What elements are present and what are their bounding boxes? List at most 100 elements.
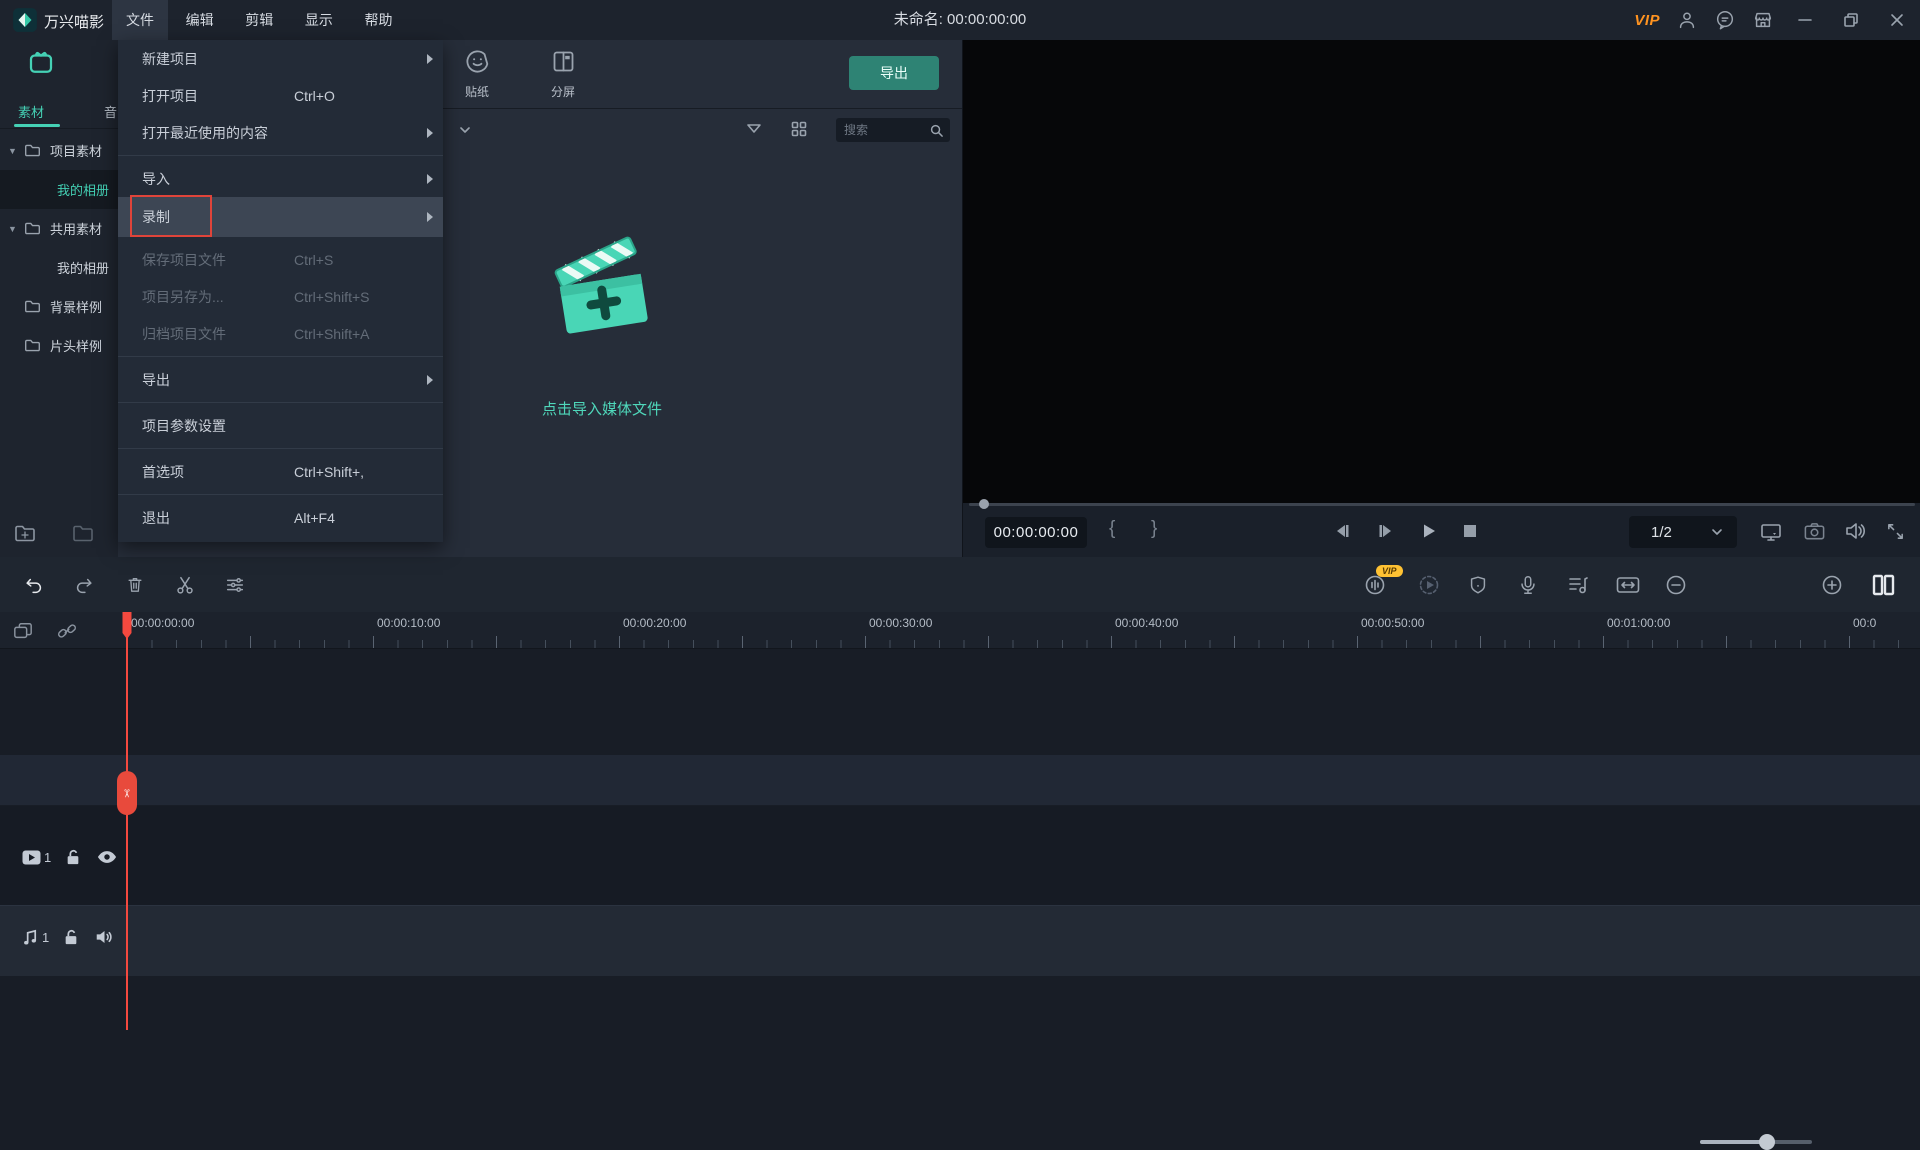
tree-item-background-samples[interactable]: 背景样例 (0, 287, 118, 326)
audio-track-number: 1 (42, 930, 49, 945)
sticker-smiley-icon (464, 48, 491, 75)
timeline-zoom-slider-handle[interactable] (1759, 1134, 1775, 1150)
vip-button[interactable]: VIP (1634, 12, 1660, 29)
fullscreen-icon[interactable] (1885, 521, 1906, 542)
playhead-split-handle[interactable]: ✂ (117, 771, 137, 815)
search-icon (929, 123, 944, 138)
tab-media-underline (14, 124, 60, 127)
timeline-toolbar: VIP (0, 557, 1920, 613)
playhead-line[interactable] (126, 612, 128, 1030)
video-track-lane[interactable] (0, 806, 1920, 905)
dual-panel-layout-button[interactable] (1866, 557, 1900, 612)
audio-ducking-button[interactable]: VIP (1358, 557, 1392, 612)
store-icon[interactable] (1752, 9, 1774, 31)
preview-quality-dropdown[interactable]: 1/2 (1629, 516, 1737, 548)
submenu-arrow-icon (427, 174, 433, 184)
menu-view[interactable]: 显示 (291, 0, 347, 40)
voiceover-record-button[interactable] (1511, 557, 1545, 612)
account-icon[interactable] (1676, 9, 1698, 31)
timeline-area[interactable]: 00:00:00:00 00:00:10:00 00:00:20:00 00:0… (0, 612, 1920, 1030)
audio-track-lane[interactable] (0, 905, 1920, 976)
play-button[interactable] (1419, 521, 1439, 541)
feedback-icon[interactable] (1714, 9, 1736, 31)
menu-item-export[interactable]: 导出 (118, 361, 443, 398)
submenu-arrow-icon (427, 128, 433, 138)
folder-icon (24, 221, 41, 236)
playhead-head[interactable] (122, 612, 132, 640)
mark-in-button[interactable]: { (1109, 518, 1115, 540)
volume-icon[interactable] (1843, 520, 1867, 542)
import-media-dropzone[interactable] (538, 228, 668, 348)
zoom-in-button[interactable] (1815, 557, 1849, 612)
folder-icon (24, 299, 41, 314)
minimize-button[interactable] (1790, 0, 1820, 40)
menu-clip[interactable]: 剪辑 (231, 0, 287, 40)
timeline-zoom-slider-fill (1700, 1140, 1766, 1144)
delete-folder-icon[interactable] (72, 524, 94, 543)
render-preview-button[interactable] (1412, 557, 1446, 612)
delete-button[interactable] (118, 557, 152, 612)
auto-ripple-button[interactable] (1611, 557, 1645, 612)
timeline-ruler[interactable]: 00:00:00:00 00:00:10:00 00:00:20:00 00:0… (0, 612, 1920, 649)
audio-mixer-button[interactable] (1561, 557, 1595, 612)
current-timecode: 00:00:00:00 (985, 517, 1087, 548)
menu-item-open-project[interactable]: 打开项目Ctrl+O (118, 77, 443, 114)
caret-down-icon[interactable]: ▼ (8, 146, 17, 156)
export-button[interactable]: 导出 (849, 56, 939, 90)
media-tree: ▼ 项目素材 我的相册 ▼ 共用素材 我的相册 背景样例 (0, 131, 118, 365)
folder-icon (24, 338, 41, 353)
marker-button[interactable] (1461, 557, 1495, 612)
tree-item-intro-samples[interactable]: 片头样例 (0, 326, 118, 365)
snapshot-icon[interactable] (1803, 521, 1826, 542)
import-hint-text[interactable]: 点击导入媒体文件 (482, 398, 722, 419)
unlock-icon[interactable] (63, 929, 79, 946)
seek-bar[interactable] (969, 503, 1915, 506)
search-box[interactable] (836, 118, 950, 142)
mute-speaker-icon[interactable] (95, 929, 114, 945)
video-track-number: 1 (44, 850, 51, 865)
menu-item-record[interactable]: 录制 (118, 197, 443, 237)
caret-down-icon[interactable]: ▼ (8, 224, 17, 234)
menu-item-exit[interactable]: 退出Alt+F4 (118, 499, 443, 536)
sticker-tab[interactable]: 贴纸 (442, 48, 512, 100)
restore-button[interactable] (1836, 0, 1866, 40)
menu-item-import[interactable]: 导入 (118, 160, 443, 197)
menu-item-preferences[interactable]: 首选项Ctrl+Shift+, (118, 453, 443, 490)
redo-button[interactable] (67, 557, 101, 612)
tab-audio-partial[interactable]: 音 (104, 102, 117, 121)
previous-frame-button[interactable] (1331, 521, 1353, 541)
adjust-properties-button[interactable] (218, 557, 252, 612)
tree-item-my-album-1[interactable]: 我的相册 (0, 170, 118, 209)
menu-item-new-project[interactable]: 新建项目 (118, 40, 443, 77)
new-folder-icon[interactable] (14, 524, 36, 543)
menu-item-project-settings[interactable]: 项目参数设置 (118, 407, 443, 444)
display-device-icon[interactable] (1759, 520, 1783, 544)
folder-icon (24, 143, 41, 158)
filter-icon[interactable] (746, 122, 762, 137)
search-input[interactable] (842, 122, 929, 138)
tree-item-project-media[interactable]: ▼ 项目素材 (0, 131, 118, 170)
eye-visibility-icon[interactable] (97, 850, 117, 864)
next-frame-button[interactable] (1375, 521, 1397, 541)
menu-file[interactable]: 文件 (112, 0, 168, 40)
link-icon[interactable] (56, 621, 78, 641)
unlock-icon[interactable] (65, 849, 81, 866)
seek-handle[interactable] (979, 499, 989, 509)
tab-media[interactable]: 素材 (18, 102, 44, 121)
menu-item-open-recent[interactable]: 打开最近使用的内容 (118, 114, 443, 151)
chevron-down-icon[interactable] (458, 124, 472, 136)
grid-view-icon[interactable] (790, 120, 808, 138)
stop-button[interactable] (1461, 522, 1479, 540)
zoom-out-button[interactable] (1659, 557, 1693, 612)
close-button[interactable] (1882, 0, 1912, 40)
menu-edit[interactable]: 编辑 (172, 0, 228, 40)
media-tab-icon (26, 48, 56, 78)
split-screen-tab[interactable]: 分屏 (528, 48, 598, 100)
tree-item-shared-media[interactable]: ▼ 共用素材 (0, 209, 118, 248)
undo-button[interactable] (17, 557, 51, 612)
mark-out-button[interactable]: } (1151, 518, 1157, 540)
tree-item-my-album-2[interactable]: 我的相册 (0, 248, 118, 287)
manage-tracks-icon[interactable] (12, 621, 34, 641)
split-scissors-button[interactable] (168, 557, 202, 612)
menu-help[interactable]: 帮助 (351, 0, 407, 40)
